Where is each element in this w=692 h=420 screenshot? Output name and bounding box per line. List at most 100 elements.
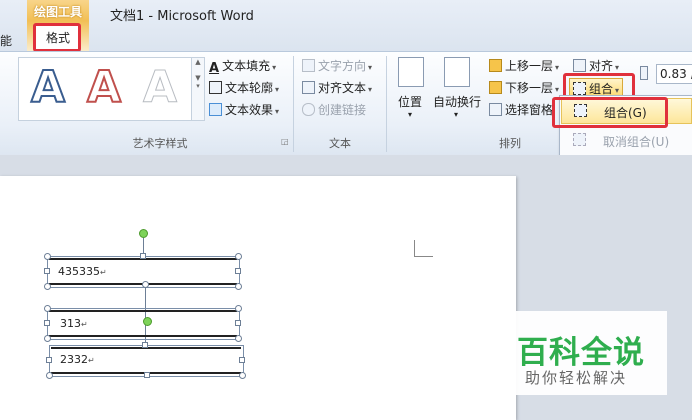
watermark-title: 百科全说 [517,335,645,371]
selection-pane-icon [489,103,502,116]
resize-handle[interactable] [44,283,51,290]
chevron-down-icon: ▾ [368,63,373,72]
arrange-group-label: 排列 [499,137,521,150]
resize-handle[interactable] [46,357,52,363]
create-link-label: 创建链接 [318,103,367,117]
resize-handle[interactable] [140,253,146,259]
rotation-handle[interactable] [139,229,148,238]
chevron-down-icon: ▾ [275,107,280,116]
watermark-subtitle: 助你轻松解决 [525,369,628,387]
shape-height-icon [640,66,648,80]
textbox-text[interactable]: 435335↵ [58,265,107,278]
bring-forward-icon [489,59,502,72]
align-text-icon [302,81,315,94]
title-bar [0,0,692,52]
create-link-button[interactable]: 创建链接 [302,101,366,118]
textbox-value: 435335 [58,265,100,278]
text-direction-button[interactable]: 文字方向 ▾ [302,57,372,74]
chevron-down-icon: ▾ [368,85,373,94]
text-direction-icon [302,59,315,72]
align-button[interactable]: 对齐 ▾ [573,57,619,74]
chevron-down-icon: ▾ [272,63,277,72]
document-page[interactable] [0,176,516,420]
wrap-text-label: 自动换行 [433,95,482,109]
textbox-text[interactable]: 2332↵ [60,353,95,366]
text-fill-label: 文本填充 [222,59,271,73]
textbox-border [49,310,237,312]
chevron-down-icon: ▾ [555,63,560,72]
resize-handle[interactable] [235,283,242,290]
text-outline-button[interactable]: 文本轮廓 ▾ [209,79,279,96]
page-margin-corner [414,240,433,257]
resize-handle[interactable] [44,335,51,342]
ungroup-icon [573,133,586,146]
dialog-launcher-icon[interactable]: ◲ [281,137,289,146]
chevron-down-icon: ▾ [275,85,280,94]
textbox-text[interactable]: 313↵ [60,317,88,330]
resize-handle[interactable] [44,268,50,274]
resize-handle[interactable] [44,253,51,260]
resize-handle[interactable] [44,320,50,326]
resize-handle[interactable] [144,372,150,378]
send-backward-button[interactable]: 下移一层 ▾ [489,79,559,96]
wordart-style-3[interactable]: A [142,62,177,114]
menu-item-ungroup[interactable]: 取消组合(U) [561,128,692,152]
chevron-down-icon: ▾ [555,85,560,94]
resize-handle[interactable] [235,320,241,326]
resize-handle[interactable] [235,253,242,260]
resize-handle[interactable] [142,342,148,348]
align-label: 对齐 [589,59,614,73]
chevron-down-icon: ▾ [615,63,620,72]
align-text-button[interactable]: 对齐文本 ▾ [302,79,372,96]
paragraph-mark: ↵ [81,320,88,329]
textbox-value: 313 [60,317,81,330]
text-fill-icon: A [209,61,220,76]
resize-handle[interactable] [44,305,51,312]
menu-item-ungroup-label: 取消组合(U) [603,135,670,149]
wordart-group-label: 艺术字样式 [132,137,188,150]
shape-height-field[interactable]: 0.83 厘 [656,64,692,84]
resize-handle[interactable] [239,357,245,363]
selection-pane-button[interactable]: 选择窗格 [489,101,553,118]
wordart-style-1[interactable]: A [30,61,66,114]
wordart-style-2[interactable]: A [86,61,122,114]
paragraph-mark: ↵ [100,268,107,277]
resize-handle[interactable] [235,268,241,274]
text-effects-button[interactable]: 文本效果 ▾ [209,101,279,118]
resize-handle[interactable] [239,372,246,379]
text-effects-icon [209,103,222,116]
position-icon [398,57,424,87]
bring-forward-button[interactable]: 上移一层 ▾ [489,57,559,74]
highlight-format-tab [33,23,81,52]
link-icon [302,103,315,116]
text-outline-icon [209,81,222,94]
align-text-label: 对齐文本 [318,81,367,95]
text-fill-button[interactable]: A 文本填充 ▾ [209,57,277,76]
watermark-logo: 百科全说 助你轻松解决 [505,311,667,395]
bring-forward-label: 上移一层 [505,59,554,73]
group-divider [386,56,387,152]
rotation-handle[interactable] [143,317,152,326]
send-backward-icon [489,81,502,94]
align-icon [573,59,586,72]
wrap-text-icon [444,57,470,87]
wordart-gallery[interactable]: A A A [18,57,193,121]
send-backward-label: 下移一层 [505,81,554,95]
text-effects-label: 文本效果 [225,103,274,117]
chevron-down-icon: ▾ [454,110,459,119]
resize-handle[interactable] [235,335,242,342]
gallery-scroll[interactable]: ▲ ▼ ▾ [191,57,205,121]
text-outline-label: 文本轮廓 [225,81,274,95]
wrap-text-button[interactable]: 自动换行 [433,93,481,110]
highlight-group-menu-item [552,97,668,128]
position-button[interactable]: 位置 [398,93,422,110]
selection-pane-label: 选择窗格 [505,103,554,117]
textbox-border [49,335,237,337]
resize-handle[interactable] [142,281,149,288]
position-label: 位置 [398,95,423,109]
resize-handle[interactable] [235,305,242,312]
resize-handle[interactable] [46,372,53,379]
chevron-down-icon: ▾ [408,110,413,119]
textbox-value: 2332 [60,353,88,366]
tab-partial[interactable]: 能 [0,32,12,49]
